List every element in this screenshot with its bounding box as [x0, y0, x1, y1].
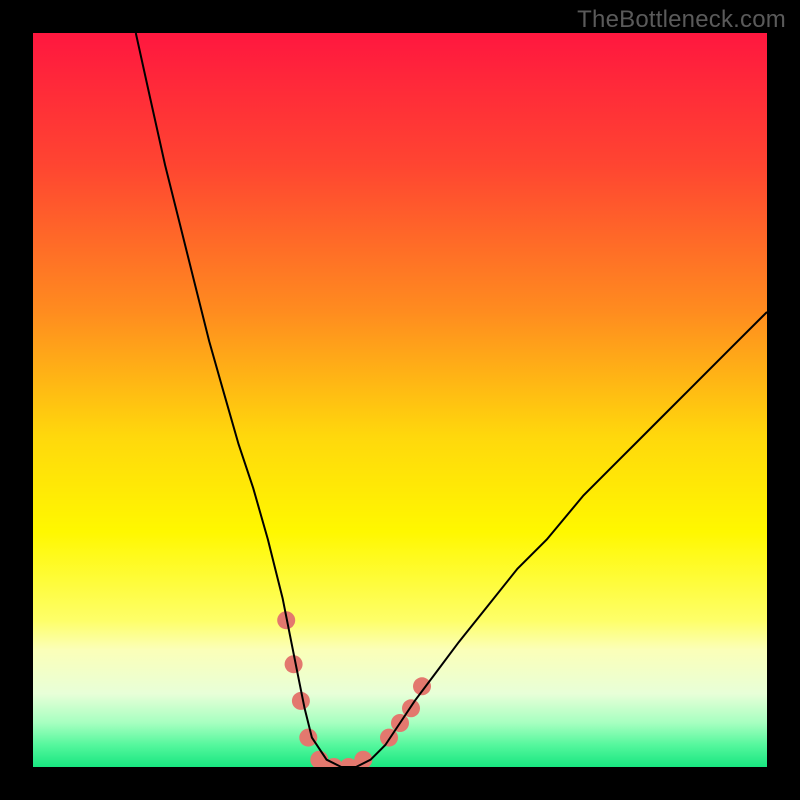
plot-area [33, 33, 767, 767]
marker-dot [299, 729, 317, 747]
watermark-text: TheBottleneck.com [577, 6, 786, 34]
curve-layer [33, 33, 767, 767]
marker-dot [354, 751, 372, 767]
bottleneck-curve [136, 33, 767, 767]
chart-frame: TheBottleneck.com [0, 0, 800, 800]
